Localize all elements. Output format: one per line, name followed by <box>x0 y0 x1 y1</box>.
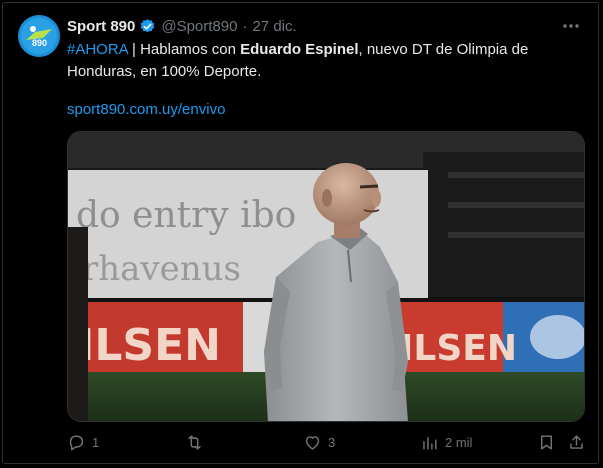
like-count: 3 <box>328 434 336 450</box>
verified-badge-icon <box>141 18 155 32</box>
ad-text-right: ILSEN <box>400 328 517 369</box>
reply-button[interactable]: 1 <box>67 431 99 453</box>
views-button[interactable]: 2 mil <box>420 431 472 453</box>
repost-icon <box>188 434 201 450</box>
board-top-text: do entry ibo <box>76 195 296 236</box>
tweet-date[interactable]: 27 dic. <box>252 18 296 35</box>
heart-icon <box>305 435 320 450</box>
avatar-text: 890 <box>32 38 47 48</box>
separator-dot: · <box>242 17 248 35</box>
tweet-card[interactable]: 890 Sport 890 @Sport890 · 27 dic. #AHORA… <box>2 2 599 464</box>
reply-count: 1 <box>92 434 100 450</box>
views-count: 2 mil <box>445 434 473 450</box>
reply-icon <box>69 434 84 450</box>
tweet-media-image[interactable]: do entry ibo rhavenus ILSEN ILSEN <box>67 131 585 422</box>
author-name[interactable]: Sport 890 <box>67 18 135 35</box>
bookmark-icon <box>541 434 552 450</box>
tweet-text-part1: | Hablamos con <box>127 41 241 58</box>
avatar[interactable]: 890 <box>18 15 60 57</box>
tweet-url-link[interactable]: sport890.com.uy/envivo <box>67 99 225 121</box>
tweet-text: #AHORA | Hablamos con Eduardo Espinel, n… <box>67 39 567 83</box>
author-handle[interactable]: @Sport890 <box>161 18 237 35</box>
tweet-header: Sport 890 @Sport890 · 27 dic. <box>67 15 297 37</box>
more-options-icon[interactable] <box>560 17 582 35</box>
photo-soccer-coach: do entry ibo rhavenus ILSEN ILSEN <box>68 132 584 421</box>
repost-button[interactable] <box>185 431 210 453</box>
ad-text-left: ILSEN <box>78 320 221 371</box>
hashtag-link[interactable]: #AHORA <box>67 41 128 58</box>
bookmark-button[interactable] <box>537 431 556 453</box>
views-chart-icon <box>423 436 437 450</box>
share-icon <box>570 434 583 449</box>
action-bar: 1 3 2 mil <box>67 431 587 453</box>
avatar-logo: 890 <box>21 18 57 54</box>
tweet-text-bold-name: Eduardo Espinel <box>240 41 359 58</box>
board-bottom-text: rhavenus <box>82 249 241 289</box>
share-button[interactable] <box>567 431 586 453</box>
like-button[interactable]: 3 <box>303 431 335 453</box>
